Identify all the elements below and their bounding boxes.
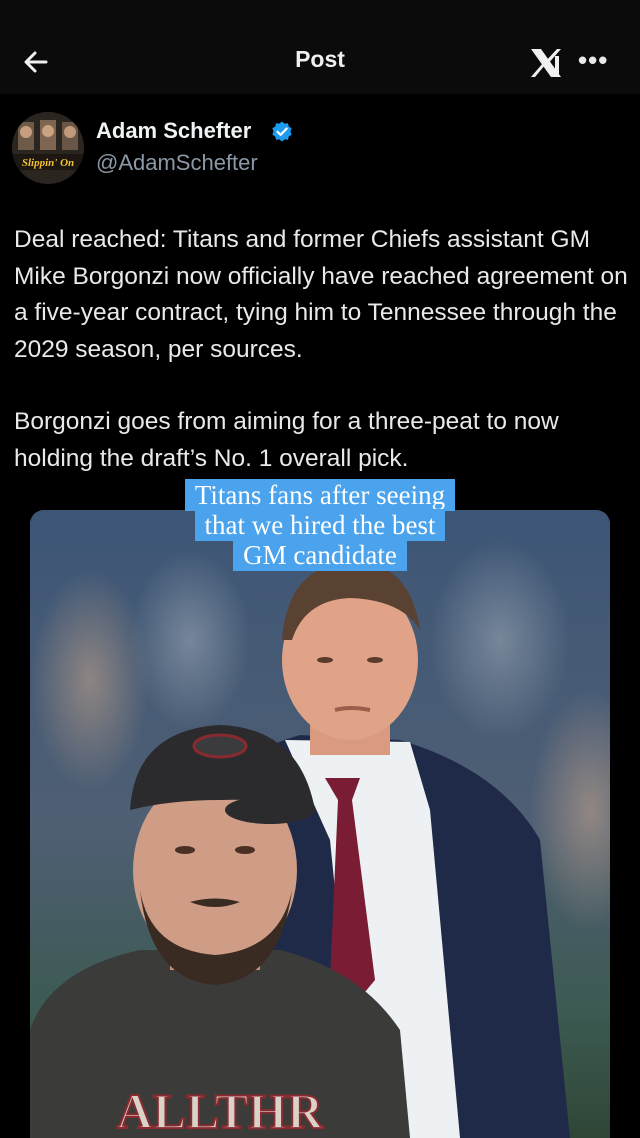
caption-line: Titans fans after seeing bbox=[184, 479, 456, 511]
avatar-image: Slippin' On bbox=[12, 112, 84, 184]
avatar-logo-text: Slippin' On bbox=[22, 157, 74, 169]
meme-caption: Titans fans after seeing that we hired t… bbox=[0, 479, 640, 571]
author-handle[interactable]: @AdamSchefter bbox=[96, 150, 258, 176]
caption-line: GM candidate bbox=[233, 539, 407, 571]
x-logo-icon[interactable] bbox=[528, 46, 564, 80]
caption-line: that we hired the best bbox=[194, 509, 446, 541]
more-horizontal-icon[interactable]: ••• bbox=[578, 47, 608, 73]
top-bar: Post ••• bbox=[0, 0, 640, 94]
post-paragraph: Deal reached: Titans and former Chiefs a… bbox=[14, 226, 628, 363]
post-media-image[interactable]: ALLTHR bbox=[30, 510, 610, 1138]
shirt-graphic-text: ALLTHR bbox=[117, 1083, 324, 1138]
post-photo: ALLTHR bbox=[30, 510, 610, 1138]
post-text: Deal reached: Titans and former Chiefs a… bbox=[14, 222, 630, 477]
verified-badge-icon bbox=[272, 121, 292, 142]
post-paragraph: Borgonzi goes from aiming for a three-pe… bbox=[14, 408, 559, 472]
avatar[interactable]: Slippin' On bbox=[12, 112, 84, 184]
author-name[interactable]: Adam Schefter bbox=[96, 118, 251, 144]
